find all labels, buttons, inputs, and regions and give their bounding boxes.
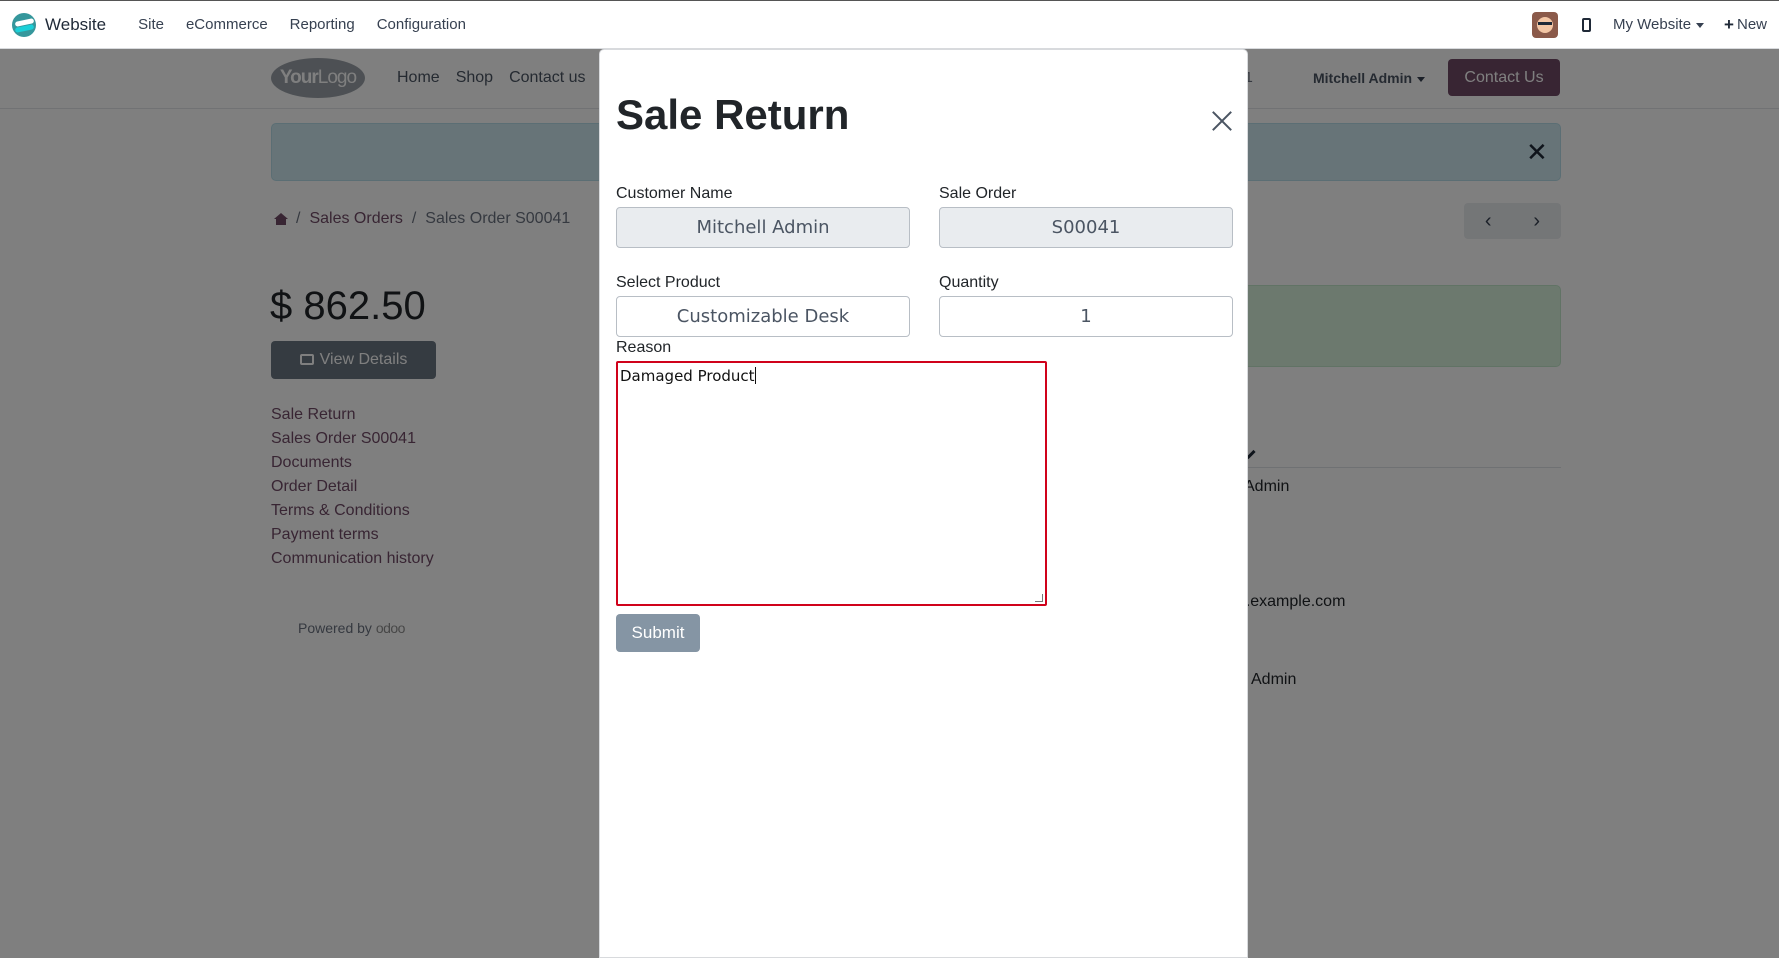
caret-down-icon [1696,22,1705,28]
odoo-app-icon [12,12,36,37]
menu-site[interactable]: Site [138,16,164,33]
new-button[interactable]: + New [1724,15,1767,35]
website-selector-label: My Website [1612,16,1692,33]
text-cursor [754,367,756,384]
select-product-dropdown[interactable]: Customizable Desk [616,296,910,337]
website-selector[interactable]: My Website [1612,16,1705,33]
resize-grip-icon[interactable] [1035,594,1043,602]
plus-icon: + [1724,14,1734,34]
menu-ecommerce[interactable]: eCommerce [186,16,268,33]
navbar-right: My Website + New [1531,11,1767,38]
sale-order-field: S00041 [939,207,1233,248]
reason-label: Reason [616,339,672,356]
submit-button[interactable]: Submit [616,614,700,652]
sale-order-label: Sale Order [939,185,1017,202]
app-brand[interactable]: Website [12,12,107,37]
top-menu: Site eCommerce Reporting Configuration [116,16,466,33]
menu-configuration[interactable]: Configuration [377,16,466,33]
sale-return-modal: Sale Return Customer Name Mitchell Admin… [599,49,1248,958]
customer-name-label: Customer Name [616,185,733,202]
close-icon[interactable] [1212,111,1232,131]
new-button-label: New [1736,16,1767,33]
reason-text: Damaged Product [620,367,755,385]
user-avatar[interactable] [1531,11,1558,38]
reason-textarea[interactable]: Damaged Product [616,361,1047,606]
select-product-label: Select Product [616,274,721,291]
app-name: Website [45,14,107,34]
admin-navbar: Website Site eCommerce Reporting Configu… [0,0,1779,49]
menu-reporting[interactable]: Reporting [290,16,355,33]
customer-name-field: Mitchell Admin [616,207,910,248]
modal-title: Sale Return [616,91,850,138]
mobile-preview-icon[interactable] [1581,17,1591,32]
quantity-label: Quantity [939,274,999,291]
quantity-input[interactable]: 1 [939,296,1233,337]
